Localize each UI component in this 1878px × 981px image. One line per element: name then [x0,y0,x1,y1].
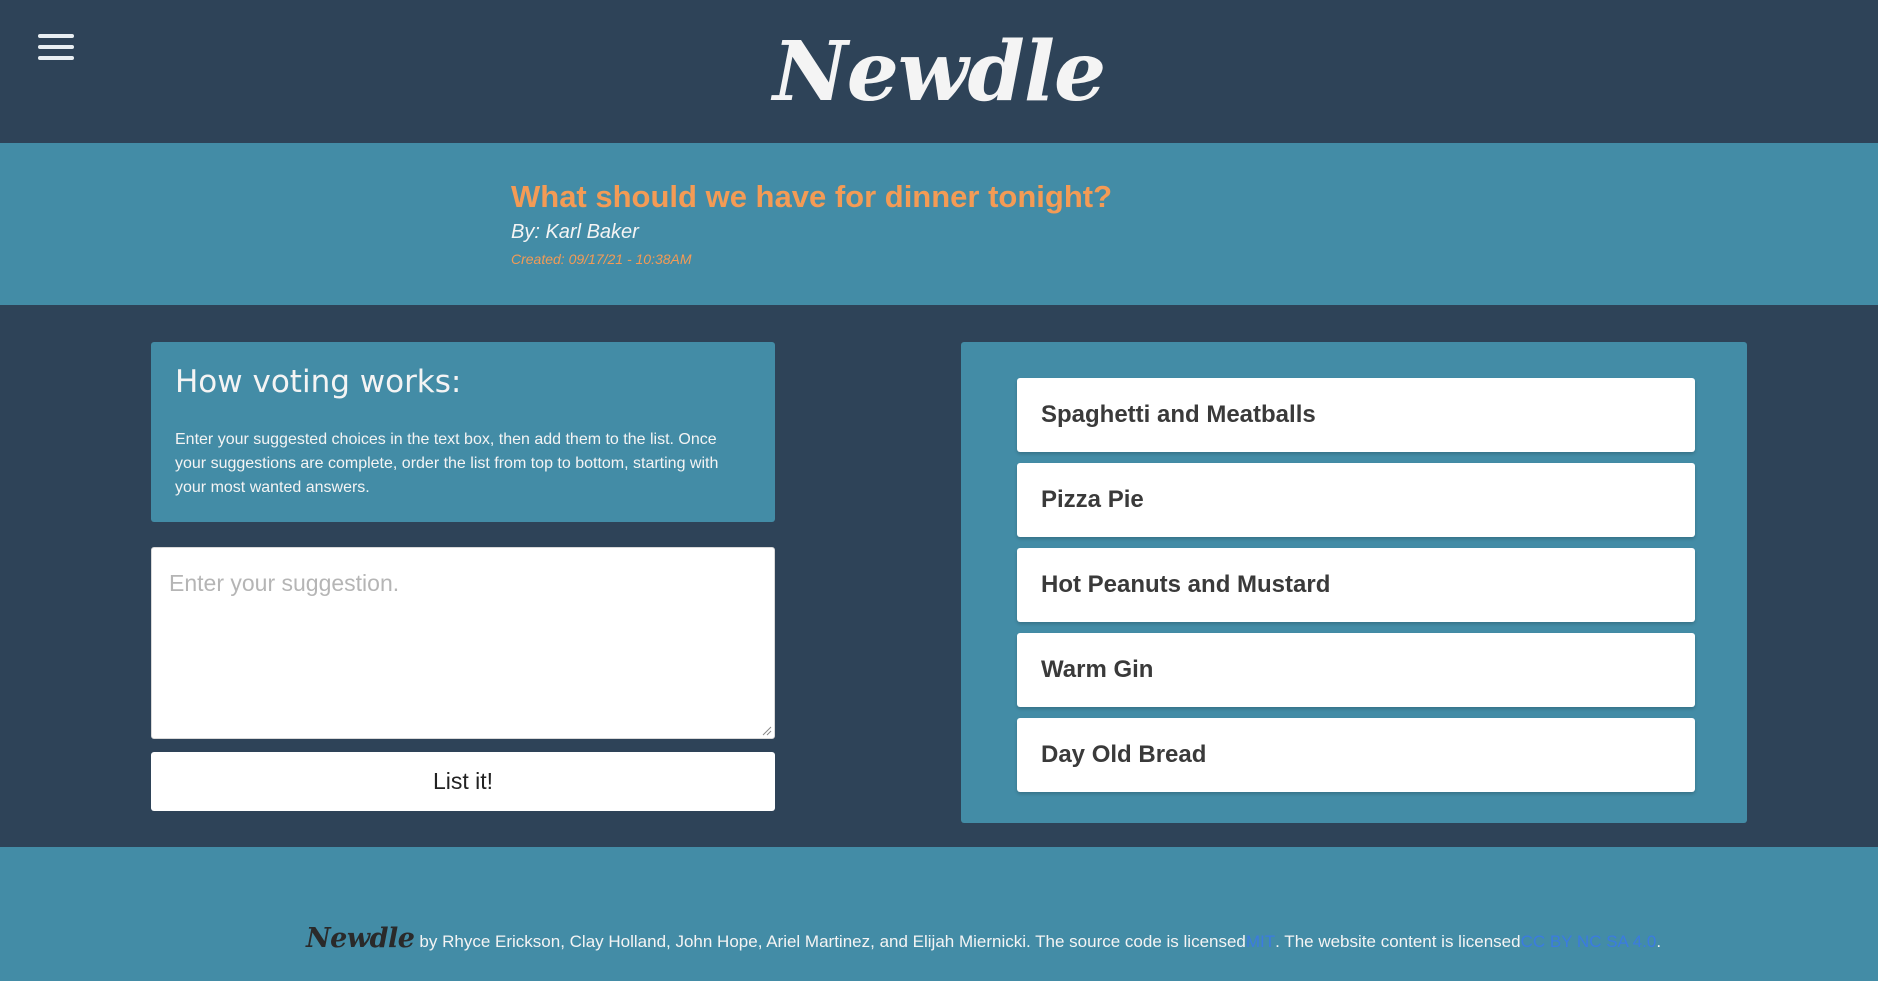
footer-middle-text: . The website content is licensed [1275,932,1521,951]
footer-logo: Newdle [306,923,415,954]
choice-item[interactable]: Spaghetti and Meatballs [1017,378,1695,452]
suggestion-input[interactable] [151,547,775,739]
cc-license-link[interactable]: CC BY NC SA 4.0 [1521,932,1657,952]
choices-panel: Spaghetti and Meatballs Pizza Pie Hot Pe… [961,342,1747,823]
poll-title: What should we have for dinner tonight? [511,179,1113,214]
mit-license-link[interactable]: MIT [1246,932,1275,952]
voting-info-title: How voting works: [175,364,462,400]
poll-author: By: Karl Baker [511,221,639,243]
footer-credits: Newdle by Rhyce Erickson, Clay Holland, … [306,923,1661,954]
voting-info-text: Enter your suggested choices in the text… [175,431,719,496]
voting-info-box: How voting works: Enter your suggested c… [151,342,775,522]
site-logo[interactable]: Newdle [0,22,1878,122]
choice-item[interactable]: Day Old Bread [1017,718,1695,792]
poll-created-date: Created: 09/17/21 - 10:38AM [511,251,692,267]
footer-credits-text: by Rhyce Erickson, Clay Holland, John Ho… [419,932,1246,951]
top-header: Newdle [0,0,1878,143]
list-it-button[interactable]: List it! [151,752,775,811]
choice-item[interactable]: Pizza Pie [1017,463,1695,537]
page-footer: Newdle by Rhyce Erickson, Clay Holland, … [0,847,1878,981]
footer-end-text: . [1656,932,1662,951]
poll-banner: What should we have for dinner tonight? … [0,143,1878,305]
choice-item[interactable]: Hot Peanuts and Mustard [1017,548,1695,622]
resize-grip-icon[interactable] [762,726,772,736]
choice-item[interactable]: Warm Gin [1017,633,1695,707]
